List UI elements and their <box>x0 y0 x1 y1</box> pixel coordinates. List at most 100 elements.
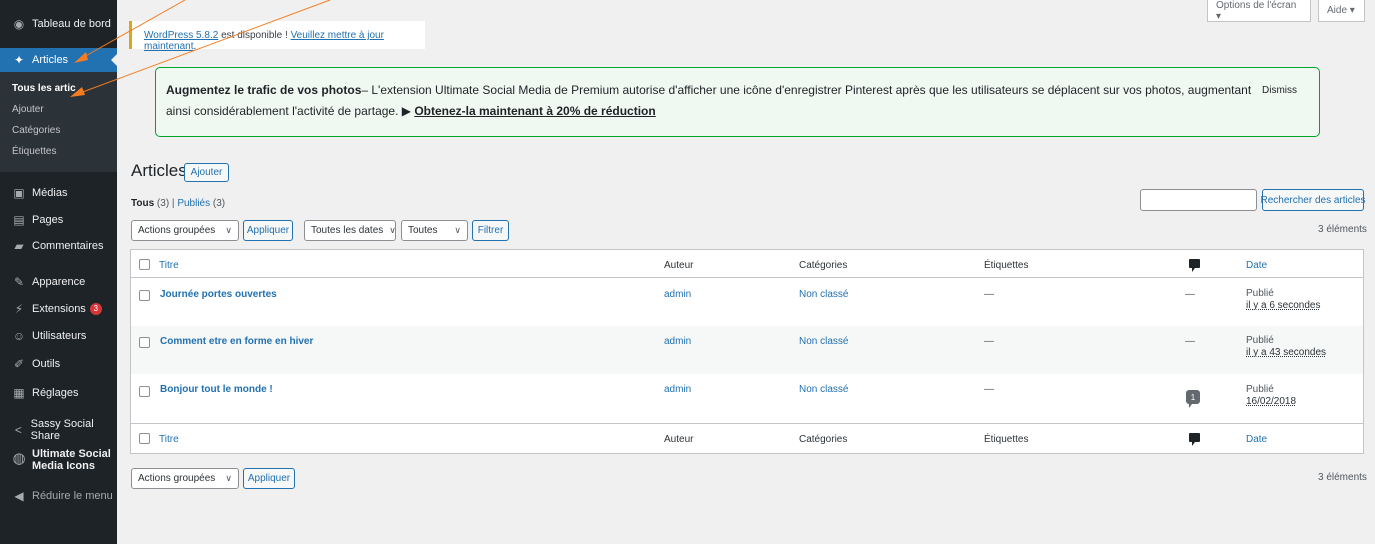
chevron-down-icon: ∨ <box>225 473 232 483</box>
post-date: Publié il y a 43 secondes <box>1246 334 1326 358</box>
row-checkbox[interactable] <box>139 290 150 301</box>
chevron-down-icon: ∨ <box>454 225 461 235</box>
post-title-link[interactable]: Journée portes ouvertes <box>160 289 277 300</box>
submenu-all-articles[interactable]: Tous les artic <box>12 83 76 94</box>
media-icon: ▣ <box>13 186 25 200</box>
select-all-checkbox-bottom[interactable] <box>139 433 150 444</box>
menu-comments[interactable]: ▰ Commentaires <box>0 234 117 258</box>
promo-dismiss-button[interactable]: Dismiss <box>1262 80 1297 101</box>
post-author-link[interactable]: admin <box>664 336 691 347</box>
col-date-footer[interactable]: Date <box>1246 434 1267 445</box>
menu-appearance-label: Apparence <box>32 276 86 288</box>
menu-appearance[interactable]: ✎ Apparence <box>0 270 117 294</box>
apply-button-top[interactable]: Appliquer <box>243 220 293 241</box>
menu-media[interactable]: ▣ Médias <box>0 181 117 205</box>
comments-icon: ▰ <box>14 239 24 253</box>
menu-collapse[interactable]: ◀ Réduire le menu <box>0 484 117 508</box>
post-date-value: il y a 43 secondes <box>1246 347 1327 358</box>
menu-articles-label: Articles <box>32 54 69 66</box>
bulk-actions-value: Actions groupées <box>138 225 216 236</box>
menu-articles[interactable]: ✦ Articles <box>0 48 117 72</box>
search-input[interactable] <box>1140 189 1257 211</box>
menu-collapse-label: Réduire le menu <box>32 490 113 502</box>
select-all-checkbox[interactable] <box>139 259 150 270</box>
submenu-categories[interactable]: Catégories <box>12 125 60 136</box>
col-title-header[interactable]: Titre <box>159 260 179 271</box>
submenu-tags[interactable]: Étiquettes <box>12 146 56 157</box>
menu-pages[interactable]: ▤ Pages <box>0 208 117 232</box>
post-category-link[interactable]: Non classé <box>799 384 848 395</box>
post-title-link[interactable]: Comment etre en forme en hiver <box>160 336 313 347</box>
dashboard-icon: ◉ <box>13 17 25 31</box>
col-categories-header: Catégories <box>799 260 848 271</box>
post-category-link[interactable]: Non classé <box>799 289 848 300</box>
col-author-footer: Auteur <box>664 434 694 445</box>
post-author-link[interactable]: admin <box>664 384 691 395</box>
page-title: Articles <box>131 161 187 180</box>
col-author-header: Auteur <box>664 260 694 271</box>
menu-dashboard[interactable]: ◉ Tableau de bord <box>0 12 117 36</box>
table-row: Journée portes ouvertes admin Non classé… <box>131 278 1363 326</box>
bulk-actions-select-bottom[interactable]: Actions groupées ∨ <box>131 468 239 489</box>
post-category-link[interactable]: Non classé <box>799 336 848 347</box>
col-categories-footer: Catégories <box>799 434 848 445</box>
col-title-footer[interactable]: Titre <box>159 434 179 445</box>
menu-comments-label: Commentaires <box>32 240 104 252</box>
menu-sassy-social-share[interactable]: < Sassy Social Share <box>0 418 117 442</box>
date-filter-select[interactable]: Toutes les dates ∨ <box>304 220 396 241</box>
promo-heading: Augmentez le trafic de vos photos <box>166 83 362 97</box>
menu-usm-label-line1: Ultimate Social <box>32 448 111 460</box>
post-tags: — <box>984 384 994 395</box>
help-toggle[interactable]: Aide ▾ <box>1318 0 1365 22</box>
chevron-down-icon: ∨ <box>389 225 396 235</box>
wordpress-version-link[interactable]: WordPress 5.8.2 <box>144 30 218 41</box>
apply-button-bottom[interactable]: Appliquer <box>243 468 295 489</box>
users-icon: ☺ <box>12 329 26 343</box>
menu-dashboard-label: Tableau de bord <box>32 18 111 30</box>
comments-column-icon <box>1189 433 1200 446</box>
articles-submenu: Tous les artic Ajouter Catégories Étique… <box>0 72 117 172</box>
col-date-header[interactable]: Date <box>1246 260 1267 271</box>
row-checkbox[interactable] <box>139 337 150 348</box>
usm-logo-icon: ◍ <box>12 450 26 467</box>
items-count-top: 3 éléments <box>1318 224 1367 235</box>
filter-published-count: (3) <box>210 198 226 209</box>
post-author-link[interactable]: admin <box>664 289 691 300</box>
post-tags: — <box>984 336 994 347</box>
status-filter-links: Tous (3) | Publiés (3) <box>131 198 225 209</box>
col-tags-footer: Étiquettes <box>984 434 1029 445</box>
category-filter-select[interactable]: Toutes ∨ <box>401 220 468 241</box>
search-articles-button[interactable]: Rechercher des articles <box>1260 189 1366 211</box>
update-notice: WordPress 5.8.2 est disponible ! Veuille… <box>129 21 425 52</box>
post-status: Publié <box>1246 384 1274 395</box>
promo-body: Augmentez le trafic de vos photos– L'ext… <box>166 80 1256 122</box>
menu-tools[interactable]: ✐ Outils <box>0 352 117 376</box>
plugin-icon: ⚡ <box>14 302 24 316</box>
filter-button[interactable]: Filtrer <box>472 220 509 241</box>
category-filter-value: Toutes <box>408 225 438 236</box>
post-comments: — <box>1185 336 1195 347</box>
filter-published[interactable]: Publiés <box>177 198 210 209</box>
menu-users[interactable]: ☺ Utilisateurs <box>0 324 117 348</box>
row-checkbox[interactable] <box>139 386 150 397</box>
update-notice-period: . <box>193 41 197 52</box>
bulk-actions-select-top[interactable]: Actions groupées ∨ <box>131 220 239 241</box>
items-count-bottom: 3 éléments <box>1318 472 1367 483</box>
promo-cta-link[interactable]: Obtenez-la maintenant à 20% de réduction <box>414 104 655 118</box>
menu-extensions[interactable]: ⚡ Extensions 3 <box>0 297 117 321</box>
brush-icon: ✎ <box>13 275 25 289</box>
post-date-value: il y a 6 secondes <box>1246 300 1321 311</box>
filter-all[interactable]: Tous <box>131 198 154 209</box>
menu-settings[interactable]: ▦ Réglages <box>0 381 117 405</box>
update-notice-text: est disponible ! <box>218 30 291 41</box>
menu-media-label: Médias <box>32 187 68 199</box>
menu-ultimate-social-media[interactable]: ◍ Ultimate Social Media Icons <box>0 444 117 478</box>
wrench-icon: ✐ <box>13 357 25 371</box>
submenu-add[interactable]: Ajouter <box>12 104 44 115</box>
add-article-button[interactable]: Ajouter <box>184 163 229 182</box>
post-title-link[interactable]: Bonjour tout le monde ! <box>160 384 273 395</box>
col-tags-header: Étiquettes <box>984 260 1029 271</box>
comment-count-bubble[interactable]: 1 <box>1186 390 1200 408</box>
screen-options-toggle[interactable]: Options de l'écran ▾ <box>1207 0 1311 22</box>
menu-extensions-label: Extensions <box>32 303 86 315</box>
